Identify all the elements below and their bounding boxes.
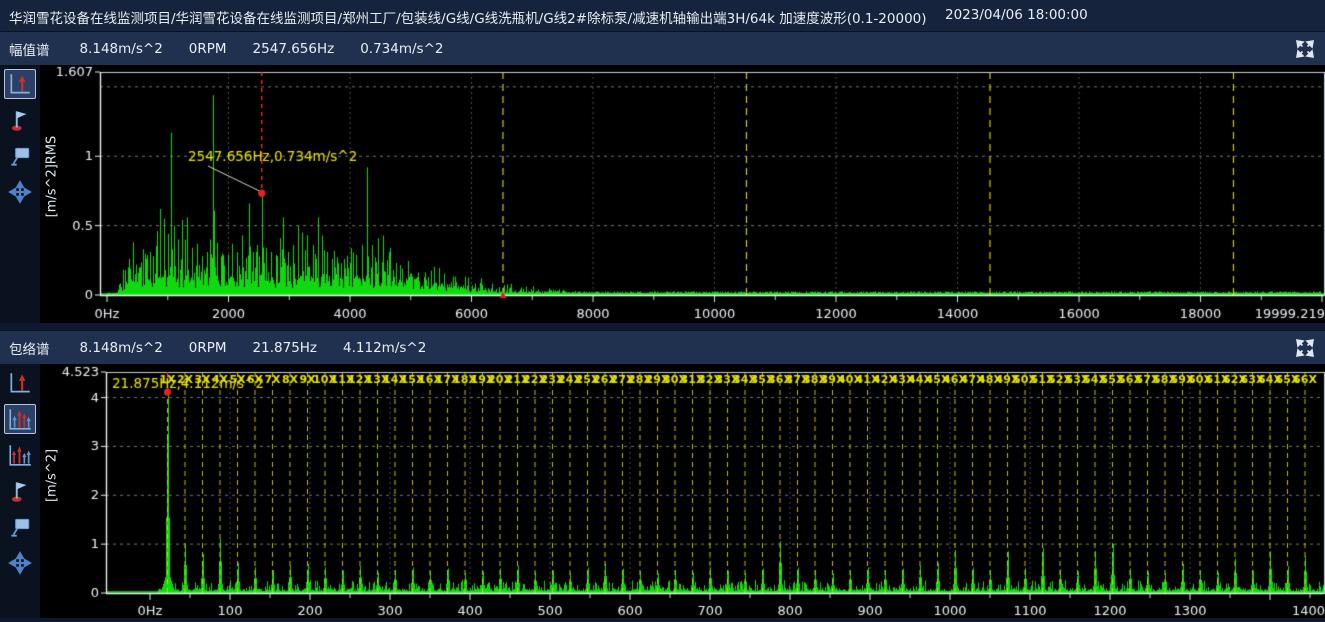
envelope-spectrum-canvas[interactable]: [40, 364, 1325, 618]
single-cursor-tool-button[interactable]: [4, 69, 36, 99]
sideband-cursor-tool-button[interactable]: [4, 440, 36, 470]
annotation-icon: [7, 143, 33, 169]
harmonic-cursor-tool-button[interactable]: [4, 404, 36, 434]
timestamp: 2023/04/06 18:00:00: [945, 7, 1088, 23]
amplitude-spectrum-canvas[interactable]: [40, 65, 1325, 323]
cursor-amplitude-value: 0.734m/s^2: [360, 40, 444, 57]
panel-title-envelope: 包络谱: [9, 341, 50, 358]
pan-icon: [7, 179, 33, 205]
cursor-amplitude-value: 4.112m/s^2: [343, 339, 427, 356]
expand-button[interactable]: [1293, 336, 1317, 360]
sideband-cursor-icon: [7, 442, 33, 468]
single-cursor-icon: [7, 71, 33, 97]
amplitude-spectrum-panel: 幅值谱 8.148m/s^2 0RPM 2547.656Hz 0.734m/s^…: [0, 31, 1325, 323]
envelope-toolbar: [0, 364, 40, 618]
pan-icon: [7, 550, 33, 576]
amplitude-panel-header: 幅值谱 8.148m/s^2 0RPM 2547.656Hz 0.734m/s^…: [0, 31, 1325, 65]
single-cursor-icon: [7, 370, 33, 396]
breadcrumb-title: 华润雪花设备在线监测项目/华润雪花设备在线监测项目/郑州工厂/包装线/G线/G线…: [9, 11, 927, 27]
flag-marker-tool-button[interactable]: [4, 105, 36, 135]
flag-marker-tool-button[interactable]: [4, 476, 36, 506]
annotation-tool-button[interactable]: [4, 512, 36, 542]
speed-value: 0RPM: [188, 339, 227, 356]
amplitude-toolbar: [0, 65, 40, 323]
overall-rms-value: 8.148m/s^2: [79, 40, 163, 57]
flag-marker-icon: [7, 107, 33, 133]
single-cursor-tool-button[interactable]: [4, 368, 36, 398]
pan-tool-button[interactable]: [4, 177, 36, 207]
annotation-tool-button[interactable]: [4, 141, 36, 171]
cursor-frequency-value: 2547.656Hz: [252, 40, 335, 57]
speed-value: 0RPM: [188, 40, 227, 57]
envelope-chart-area: [m/s^2]: [40, 364, 1325, 618]
panel-title-amplitude: 幅值谱: [9, 42, 50, 59]
pan-tool-button[interactable]: [4, 548, 36, 578]
flag-marker-icon: [7, 478, 33, 504]
envelope-panel-header: 包络谱 8.148m/s^2 0RPM 21.875Hz 4.112m/s^2: [0, 330, 1325, 364]
title-bar: 华润雪花设备在线监测项目/华润雪花设备在线监测项目/郑州工厂/包装线/G线/G线…: [0, 0, 1325, 31]
annotation-icon: [7, 514, 33, 540]
envelope-spectrum-panel: 包络谱 8.148m/s^2 0RPM 21.875Hz 4.112m/s^2: [0, 330, 1325, 618]
amplitude-chart-area: [m/s^2]RMS: [40, 65, 1325, 323]
expand-icon: [1293, 336, 1317, 360]
expand-icon: [1293, 37, 1317, 61]
expand-button[interactable]: [1293, 37, 1317, 61]
overall-rms-value: 8.148m/s^2: [79, 339, 163, 356]
cursor-frequency-value: 21.875Hz: [252, 339, 318, 356]
harmonic-cursor-icon: [7, 406, 33, 432]
